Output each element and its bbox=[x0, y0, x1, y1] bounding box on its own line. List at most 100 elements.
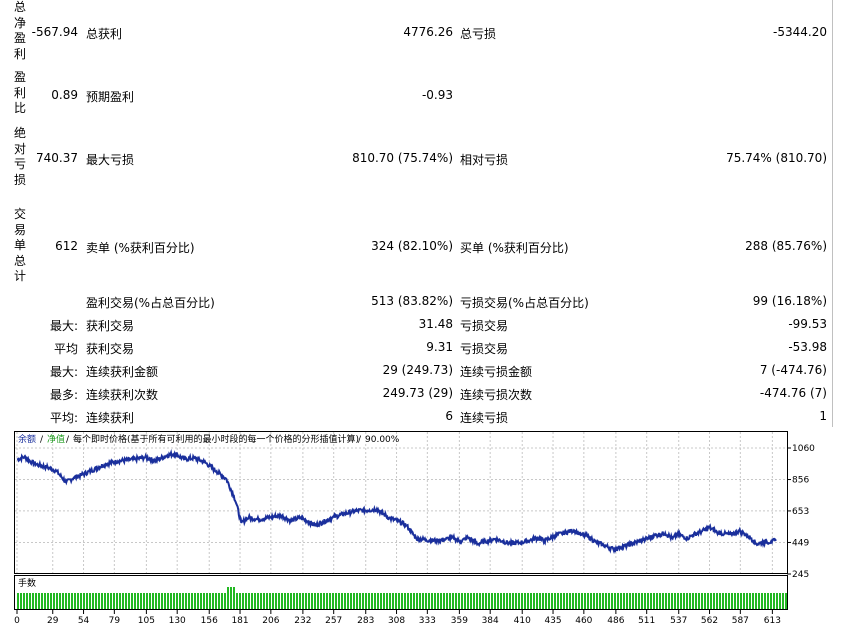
max-consec-wins-value: 29 (249.73) bbox=[382, 363, 453, 377]
volume-bar bbox=[428, 593, 430, 609]
volume-bar bbox=[125, 593, 127, 609]
volume-bar bbox=[389, 593, 391, 609]
volume-bar bbox=[392, 593, 394, 609]
volume-bar bbox=[353, 593, 355, 609]
volume-bar bbox=[218, 593, 220, 609]
volume-bar bbox=[626, 593, 628, 609]
volume-bar bbox=[470, 593, 472, 609]
x-tick-label: 206 bbox=[262, 616, 279, 626]
volume-bar bbox=[497, 593, 499, 609]
x-tick-label: 181 bbox=[231, 616, 248, 626]
abs-drawdown-value: 740.37 bbox=[36, 151, 78, 165]
volume-bar bbox=[164, 593, 166, 609]
volume-bar bbox=[680, 593, 682, 609]
volume-bar bbox=[149, 593, 151, 609]
max-consec-wins-label: 连续获利金额 bbox=[86, 365, 159, 379]
volume-bar bbox=[221, 593, 223, 609]
volume-bar bbox=[92, 593, 94, 609]
volume-bar bbox=[74, 593, 76, 609]
volume-bar bbox=[578, 593, 580, 609]
volume-bar bbox=[356, 593, 358, 609]
volume-bar bbox=[29, 593, 31, 609]
volume-bar bbox=[494, 593, 496, 609]
volume-bar bbox=[782, 593, 784, 609]
volume-bar bbox=[638, 593, 640, 609]
volume-bar bbox=[596, 593, 598, 609]
volume-bar bbox=[332, 593, 334, 609]
volume-bar bbox=[671, 593, 673, 609]
volume-bar bbox=[713, 593, 715, 609]
volume-bar bbox=[254, 593, 256, 609]
volume-bar bbox=[608, 593, 610, 609]
largest-loss-value: -99.53 bbox=[788, 317, 827, 331]
volume-bar bbox=[122, 593, 124, 609]
volume-bar bbox=[722, 593, 724, 609]
x-tick-label: 232 bbox=[294, 616, 311, 626]
volume-bar bbox=[731, 593, 733, 609]
volume-bar bbox=[203, 593, 205, 609]
volume-bar bbox=[407, 593, 409, 609]
volume-bar bbox=[704, 593, 706, 609]
volume-bar bbox=[530, 593, 532, 609]
net-profit-value: -567.94 bbox=[31, 25, 78, 39]
volume-bar bbox=[380, 593, 382, 609]
volume-bar bbox=[341, 593, 343, 609]
x-tick-label: 537 bbox=[670, 616, 687, 626]
volume-bar bbox=[368, 593, 370, 609]
volume-bar bbox=[452, 593, 454, 609]
volume-bar bbox=[104, 593, 106, 609]
avg-consec-losses-label: 连续亏损 bbox=[460, 411, 509, 425]
volume-bar bbox=[119, 593, 121, 609]
y-tick-label: 856 bbox=[792, 476, 809, 486]
gross-profit-label: 总获利 bbox=[86, 27, 123, 41]
max-consec-prefix: 最大: bbox=[49, 365, 78, 379]
gross-loss-value: -5344.20 bbox=[773, 25, 827, 39]
volume-bar bbox=[98, 593, 100, 609]
volume-bar bbox=[605, 593, 607, 609]
y-tick-label: 653 bbox=[792, 507, 809, 517]
volume-bar bbox=[248, 593, 250, 609]
volume-bar bbox=[518, 593, 520, 609]
volume-bar bbox=[140, 593, 142, 609]
max-drawdown-value: 810.70 (75.74%) bbox=[352, 151, 453, 165]
volume-bar bbox=[425, 593, 427, 609]
volume-bar bbox=[641, 593, 643, 609]
volume-bar bbox=[314, 593, 316, 609]
volume-bar bbox=[698, 593, 700, 609]
volume-bar bbox=[95, 593, 97, 609]
largest-profit-value: 31.48 bbox=[418, 317, 453, 331]
x-tick-label: 29 bbox=[47, 616, 59, 626]
volume-bar bbox=[260, 593, 262, 609]
x-axis-ticks: 0 29 54 79 105 130 156 181 206 232 257 283 308 333 359… bbox=[14, 610, 781, 626]
volume-bar bbox=[188, 593, 190, 609]
volume-bar bbox=[617, 593, 619, 609]
volume-bar bbox=[200, 593, 202, 609]
profit-factor-value: 0.89 bbox=[51, 88, 78, 102]
volume-bar bbox=[635, 593, 637, 609]
volume-bar bbox=[668, 593, 670, 609]
volume-bar bbox=[521, 593, 523, 609]
volume-bar bbox=[707, 593, 709, 609]
volume-bar bbox=[581, 593, 583, 609]
volume-bar bbox=[323, 593, 325, 609]
volume-bar bbox=[785, 593, 787, 609]
volume-bar bbox=[488, 593, 490, 609]
volume-bar bbox=[185, 593, 187, 609]
profit-trades-value: 513 (83.82%) bbox=[371, 294, 453, 308]
volume-bar bbox=[53, 593, 55, 609]
max-consec-profit-value: 249.73 (29) bbox=[382, 386, 453, 400]
volume-bar bbox=[449, 593, 451, 609]
volume-bar bbox=[161, 593, 163, 609]
volume-bar bbox=[776, 593, 778, 609]
expected-payoff-value: -0.93 bbox=[421, 88, 453, 102]
volume-bar bbox=[653, 593, 655, 609]
volume-bar bbox=[746, 593, 748, 609]
volume-bar bbox=[20, 593, 22, 609]
volume-bar bbox=[482, 593, 484, 609]
average-loss-label: 亏损交易 bbox=[460, 342, 509, 356]
x-tick-label: 105 bbox=[138, 616, 155, 626]
y-tick-label: 449 bbox=[792, 538, 809, 548]
x-tick-label: 613 bbox=[764, 616, 781, 626]
volume-bar bbox=[695, 593, 697, 609]
legend-equity-label: 净值 bbox=[47, 433, 65, 445]
